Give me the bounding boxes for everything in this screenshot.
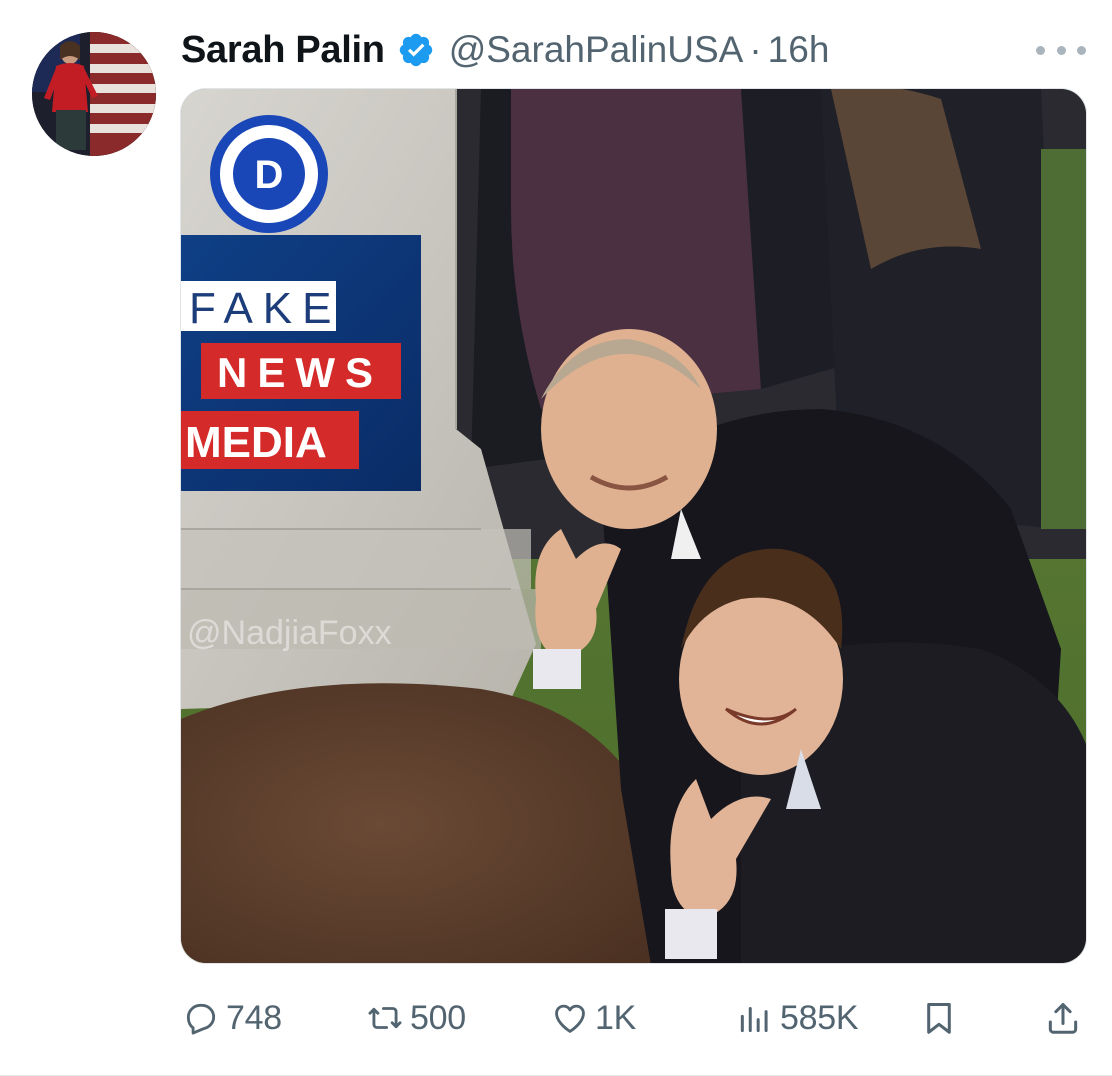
author-handle[interactable]: @SarahPalinUSA bbox=[449, 29, 744, 71]
like-button[interactable]: 1K bbox=[551, 992, 636, 1044]
repost-count: 500 bbox=[410, 998, 466, 1037]
fake-news-sign: FAKE NEWS MEDIA bbox=[181, 235, 421, 491]
share-upload-icon bbox=[1048, 1003, 1078, 1034]
like-count: 1K bbox=[595, 998, 636, 1037]
bookmark-button[interactable] bbox=[920, 992, 958, 1044]
party-logo: D bbox=[210, 115, 328, 233]
sign-line-1: FAKE bbox=[189, 284, 342, 333]
heart-icon bbox=[555, 1004, 585, 1033]
views-count: 585K bbox=[780, 998, 859, 1037]
tweet-timestamp[interactable]: 16h bbox=[768, 29, 830, 71]
tweet-media-image[interactable]: D FAKE NEWS MEDIA @NadjiaFoxx bbox=[180, 88, 1087, 964]
header-separator: · bbox=[749, 29, 762, 70]
author-avatar[interactable] bbox=[32, 32, 156, 156]
reply-count: 748 bbox=[226, 998, 282, 1037]
sign-line-3: MEDIA bbox=[185, 418, 327, 467]
tweet-header: Sarah Palin @SarahPalinUSA · 16h bbox=[181, 22, 829, 78]
speech-bubble-icon bbox=[186, 1003, 216, 1035]
reply-button[interactable]: 748 bbox=[182, 992, 282, 1044]
tweet-action-bar: 748 500 1K 585K bbox=[0, 992, 1112, 1044]
tweet-card[interactable]: Sarah Palin @SarahPalinUSA · 16h D FAKE … bbox=[0, 0, 1112, 1076]
share-button[interactable] bbox=[1044, 992, 1082, 1044]
author-name[interactable]: Sarah Palin bbox=[181, 29, 385, 72]
bar-chart-icon bbox=[740, 1006, 768, 1033]
bookmark-icon bbox=[927, 1003, 951, 1034]
views-button[interactable]: 585K bbox=[736, 992, 859, 1044]
verified-badge-icon bbox=[397, 31, 435, 69]
avatar-image bbox=[32, 32, 156, 156]
image-watermark: @NadjiaFoxx bbox=[187, 614, 392, 652]
repost-button[interactable]: 500 bbox=[366, 992, 466, 1044]
repost-arrows-icon bbox=[368, 1007, 402, 1029]
sign-line-2: NEWS bbox=[217, 349, 383, 396]
more-dots-icon[interactable] bbox=[1036, 32, 1086, 68]
party-badge-letter: D bbox=[255, 153, 284, 197]
